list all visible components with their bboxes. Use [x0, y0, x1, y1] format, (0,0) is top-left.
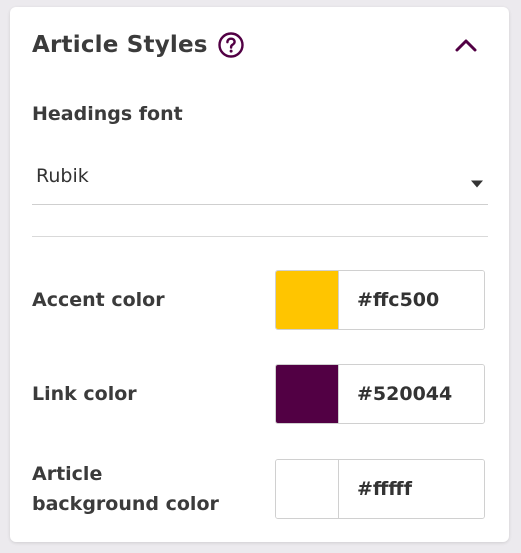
accent-color-swatch[interactable] [276, 271, 339, 329]
article-background-color-picker [275, 459, 485, 519]
link-color-hex-input[interactable] [339, 365, 484, 423]
headings-font-select[interactable]: Rubik [32, 156, 488, 205]
accent-color-label: Accent color [32, 289, 165, 311]
article-background-color-label-line1: Article [32, 463, 103, 485]
link-color-swatch[interactable] [276, 365, 339, 423]
article-styles-panel: Article Styles Headings font Rubik Accen… [10, 7, 509, 542]
panel-title: Article Styles [32, 32, 208, 58]
article-background-color-swatch[interactable] [276, 460, 339, 518]
link-color-picker [275, 364, 485, 424]
panel-header: Article Styles [32, 29, 244, 61]
headings-font-value: Rubik [36, 165, 89, 187]
article-background-color-label-line2: background color [32, 493, 219, 515]
help-icon[interactable] [217, 32, 244, 58]
link-color-label: Link color [32, 383, 137, 405]
article-background-color-hex-input[interactable] [339, 460, 484, 518]
accent-color-hex-input[interactable] [339, 271, 484, 329]
accent-color-picker [275, 270, 485, 330]
headings-font-label: Headings font [32, 103, 183, 125]
section-divider [32, 236, 488, 237]
caret-down-icon [470, 174, 484, 188]
chevron-up-icon[interactable] [454, 37, 478, 53]
